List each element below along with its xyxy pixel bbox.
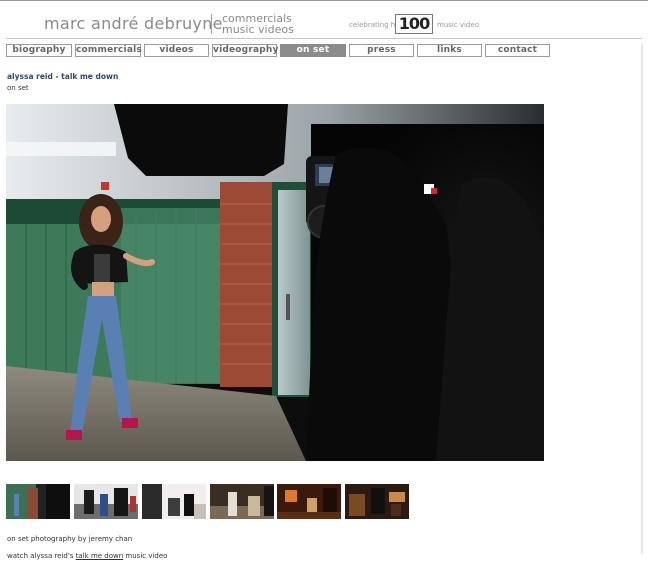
watch-suffix: music video xyxy=(125,552,168,560)
thumbnail-4[interactable] xyxy=(210,484,274,519)
page-subtitle: on set xyxy=(7,84,29,92)
site-tagline: commercials music videos xyxy=(222,13,294,35)
nav-links[interactable]: links xyxy=(417,44,482,57)
thumbnail-6[interactable] xyxy=(345,484,409,519)
nav-on-set[interactable]: on set xyxy=(280,44,346,57)
site-brand[interactable]: marc andré debruyne xyxy=(44,14,223,33)
badge-suffix-text: music video xyxy=(437,21,480,29)
watch-line: watch alyssa reid's talk me down music v… xyxy=(7,552,167,560)
top-border xyxy=(0,0,648,1)
watch-prefix: watch alyssa reid's xyxy=(7,552,74,560)
photo-credit: on set photography by jeremy chan xyxy=(7,535,133,543)
nav-videos[interactable]: videos xyxy=(144,44,209,57)
thumbnail-5[interactable] xyxy=(277,484,341,519)
nav-commercials[interactable]: commercials xyxy=(75,44,142,57)
main-photo xyxy=(6,104,544,461)
hundred-badge: 100 xyxy=(395,14,433,34)
celebrating-text: celebrating his xyxy=(349,21,401,29)
nav-contact[interactable]: contact xyxy=(485,44,550,57)
header-rule xyxy=(6,38,642,39)
thumbnail-2[interactable] xyxy=(74,484,138,519)
page-scrollbar[interactable] xyxy=(641,44,643,554)
page-title: alyssa reid - talk me down xyxy=(7,72,119,81)
thumbnail-3[interactable] xyxy=(142,484,206,519)
thumbnail-1[interactable] xyxy=(6,484,70,519)
header-divider xyxy=(211,14,212,34)
nav-biography[interactable]: biography xyxy=(6,44,72,57)
watch-video-link[interactable]: talk me down xyxy=(76,552,124,560)
nav-videography[interactable]: videography xyxy=(212,44,278,57)
tagline-line-2: music videos xyxy=(222,23,294,36)
nav-press[interactable]: press xyxy=(349,44,414,57)
